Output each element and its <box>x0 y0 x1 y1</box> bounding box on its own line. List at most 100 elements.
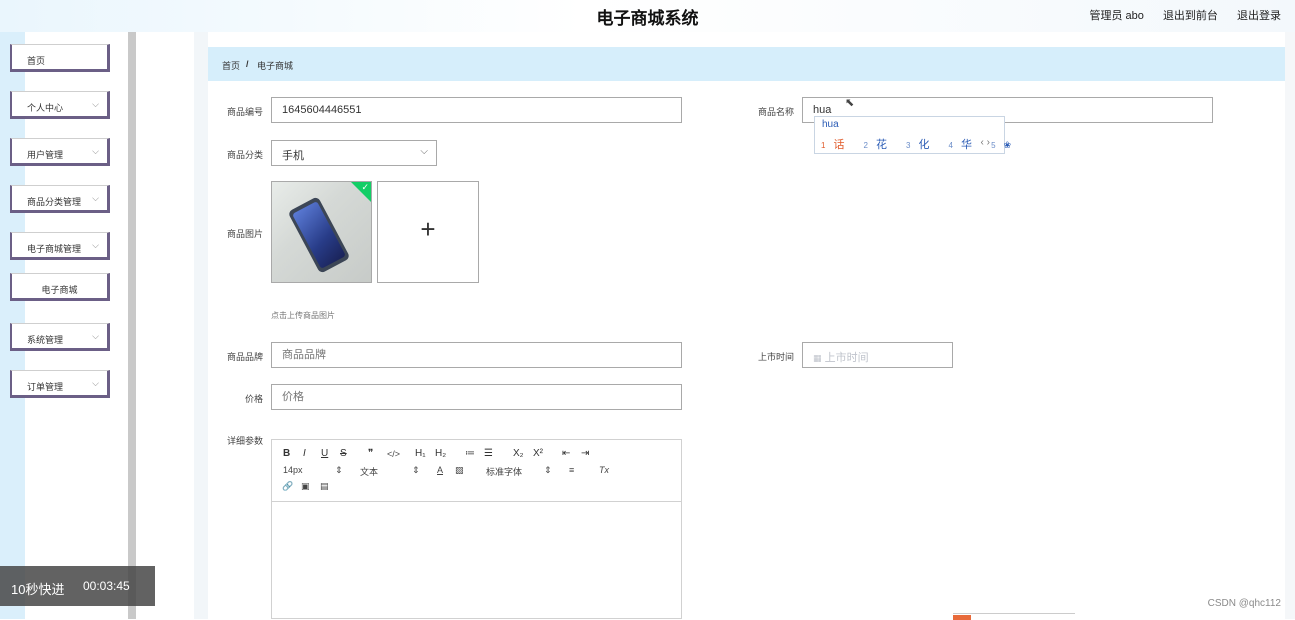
sidebar-item-label: 个人中心 <box>27 103 64 113</box>
image-label: 商品图片 <box>226 229 263 239</box>
sidebar-item-order-management[interactable]: 订单管理 ⌵ <box>10 370 110 398</box>
top-header: 电子商城系统 管理员 abo 退出到前台 退出登录 <box>0 0 1295 32</box>
video-progress-overlay[interactable]: 10秒快进 00:03:45 <box>0 566 155 606</box>
sidebar-scrollbar[interactable] <box>128 32 136 619</box>
breadcrumb-separator: / <box>246 59 249 69</box>
outdent-button[interactable]: ⇤ <box>562 448 570 459</box>
font-size-select[interactable]: 14px <box>283 465 303 475</box>
ime-candidate[interactable]: 5 ❀ <box>991 139 1019 151</box>
playback-time: 00:03:45 <box>83 579 130 593</box>
indent-button[interactable]: ⇥ <box>581 448 589 459</box>
sidebar-item-label: 系统管理 <box>27 335 64 345</box>
mouse-cursor-icon: ⬉ <box>845 97 855 109</box>
header-links: 管理员 abo 退出到前台 退出登录 <box>1073 7 1281 23</box>
ime-candidates: 1话 2花 3化 4华 5 ❀ <box>821 136 1027 152</box>
sidebar-item-user-management[interactable]: 用户管理 ⌵ <box>10 138 110 166</box>
product-no-field[interactable]: 1645604446551 <box>271 97 682 123</box>
sidebar-item-system-management[interactable]: 系统管理 ⌵ <box>10 323 110 351</box>
ordered-list-button[interactable]: ≔ <box>465 448 475 459</box>
calendar-icon: ▦ <box>813 353 822 363</box>
sidebar-item-label: 用户管理 <box>27 150 64 160</box>
rich-text-editor[interactable]: B I U S ❞ </> H₁ H₂ ≔ ☰ X₂ X² ⇤ ⇥ 14px ⇕… <box>271 439 682 619</box>
breadcrumb: 首页 / 电子商城 <box>208 47 1285 81</box>
right-edge <box>1285 32 1295 619</box>
chevron-down-icon: ⌵ <box>92 378 99 388</box>
launch-time-picker[interactable]: ▦ 上市时间 <box>802 342 953 368</box>
content-gutter <box>194 32 208 619</box>
h2-button[interactable]: H₂ <box>435 448 446 459</box>
ime-candidate[interactable]: 2花 <box>864 139 895 151</box>
admin-user: 管理员 abo <box>1089 10 1144 22</box>
watermark: CSDN @qhc112 <box>1207 598 1281 609</box>
upload-button[interactable]: + <box>377 181 479 283</box>
editor-toolbar: B I U S ❞ </> H₁ H₂ ≔ ☰ X₂ X² ⇤ ⇥ 14px ⇕… <box>272 440 681 502</box>
sidebar-item-label: 首页 <box>27 56 46 66</box>
code-block-button[interactable]: </> <box>387 449 400 459</box>
logout-link[interactable]: 退出登录 <box>1237 10 1281 22</box>
category-select[interactable]: 手机 ⌵ <box>271 140 437 166</box>
sidebar-item-label: 电子商城 <box>41 285 78 295</box>
link-icon[interactable]: 🔗 <box>282 481 293 492</box>
chevron-down-icon: ⌵ <box>92 331 99 341</box>
chevron-down-icon: ⌵ <box>92 146 99 156</box>
superscript-button[interactable]: X² <box>533 448 543 459</box>
italic-button[interactable]: I <box>303 448 306 459</box>
strike-button[interactable]: S <box>340 448 347 459</box>
align-button[interactable]: ≡ <box>569 465 574 475</box>
sidebar-subitem-mall[interactable]: 电子商城 <box>10 273 110 301</box>
font-color-button[interactable]: A <box>437 465 443 475</box>
check-icon: ✓ <box>361 182 369 192</box>
chevron-down-icon: ⌵ <box>92 193 99 203</box>
breadcrumb-current: 电子商城 <box>257 61 294 71</box>
background-color-button[interactable]: ▨ <box>455 465 464 476</box>
bold-button[interactable]: B <box>283 448 290 459</box>
gap-panel <box>136 32 194 619</box>
video-icon[interactable]: ▤ <box>320 481 329 492</box>
underline-button[interactable]: U <box>321 448 328 459</box>
ime-candidate[interactable]: 4华 <box>949 139 980 151</box>
chevron-updown-icon: ⇕ <box>544 465 552 475</box>
sidebar-item-home[interactable]: 首页 <box>10 44 110 72</box>
sidebar-item-label: 订单管理 <box>27 382 64 392</box>
chevron-down-icon: ⌵ <box>420 146 428 157</box>
plus-icon: + <box>420 214 436 244</box>
product-no-label: 商品编号 <box>226 107 263 117</box>
chevron-down-icon: ⌵ <box>92 240 99 250</box>
brand-label: 商品品牌 <box>226 352 263 362</box>
upload-hint: 点击上传商品图片 <box>271 311 335 320</box>
details-label: 详细参数 <box>226 436 263 446</box>
sidebar-item-personal-center[interactable]: 个人中心 ⌵ <box>10 91 110 119</box>
price-label: 价格 <box>244 394 263 404</box>
ime-page-nav[interactable]: ‹ › <box>981 137 990 148</box>
ime-pinyin: hua <box>822 119 839 130</box>
bullet-list-button[interactable]: ☰ <box>484 448 493 459</box>
sidebar-item-category-management[interactable]: 商品分类管理 ⌵ <box>10 185 110 213</box>
text-style-select[interactable]: 文本 <box>360 465 378 478</box>
category-selected-value: 手机 <box>282 150 304 162</box>
chevron-updown-icon: ⇕ <box>412 465 420 475</box>
back-to-front-link[interactable]: 退出到前台 <box>1163 10 1218 22</box>
blockquote-button[interactable]: ❞ <box>368 448 373 459</box>
breadcrumb-home[interactable]: 首页 <box>222 59 240 72</box>
launch-time-placeholder: 上市时间 <box>824 352 869 364</box>
ime-candidate[interactable]: 1话 <box>821 139 852 151</box>
sidebar-item-mall-management[interactable]: 电子商城管理 ⌵ <box>10 232 110 260</box>
clear-format-button[interactable]: Tx <box>599 465 609 475</box>
sidebar-item-label: 电子商城管理 <box>27 244 82 254</box>
price-input[interactable] <box>271 384 682 410</box>
h1-button[interactable]: H₁ <box>415 448 426 459</box>
ime-candidate-popup[interactable]: hua 1话 2花 3化 4华 5 ❀ ‹ › <box>814 116 1011 154</box>
subscript-button[interactable]: X₂ <box>513 448 524 459</box>
brand-input[interactable] <box>271 342 682 368</box>
launch-time-label: 上市时间 <box>757 352 794 362</box>
sidebar-item-label: 商品分类管理 <box>27 197 82 207</box>
uploaded-image-thumbnail[interactable]: ✓ <box>271 181 372 283</box>
phone-photo <box>287 196 351 274</box>
image-icon[interactable]: ▣ <box>301 481 310 492</box>
chevron-down-icon: ⌵ <box>92 99 99 109</box>
font-family-select[interactable]: 标准字体 <box>486 465 522 478</box>
category-label: 商品分类 <box>226 150 263 160</box>
chevron-updown-icon: ⇕ <box>335 465 343 475</box>
fast-forward-label[interactable]: 10秒快进 <box>11 579 64 598</box>
ime-candidate[interactable]: 3化 <box>906 139 937 151</box>
